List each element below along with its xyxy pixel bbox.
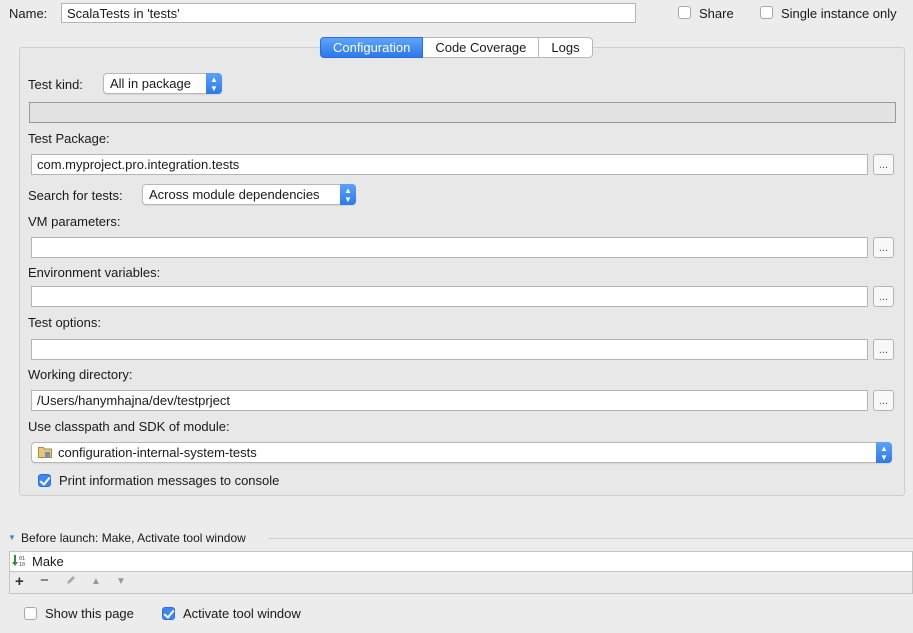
single-instance-checkbox[interactable] xyxy=(760,6,773,19)
environment-variables-input[interactable] xyxy=(31,286,868,307)
tab-bar: Configuration Code Coverage Logs xyxy=(320,37,593,58)
select-arrows-icon: ▲ ▼ xyxy=(876,442,892,463)
print-info-label: Print information messages to console xyxy=(59,473,280,488)
before-launch-toolbar: + − ▲ ▼ xyxy=(9,572,913,594)
show-page-checkbox[interactable] xyxy=(24,607,37,620)
module-select[interactable]: configuration-internal-system-tests ▲ ▼ xyxy=(31,442,892,463)
vm-parameters-input[interactable] xyxy=(31,237,868,258)
test-kind-label: Test kind: xyxy=(28,77,83,92)
move-up-icon[interactable]: ▲ xyxy=(91,574,101,590)
working-directory-browse-button[interactable]: ... xyxy=(873,390,894,411)
select-arrows-icon: ▲ ▼ xyxy=(340,184,356,205)
activate-tool-window-label: Activate tool window xyxy=(183,606,301,621)
print-info-checkbox[interactable] xyxy=(38,474,51,487)
vm-parameters-label: VM parameters: xyxy=(28,214,121,229)
search-for-tests-value: Across module dependencies xyxy=(149,187,320,202)
working-directory-input[interactable]: /Users/hanymhajna/dev/testprject xyxy=(31,390,868,411)
environment-variables-browse-button[interactable]: ... xyxy=(873,286,894,307)
share-checkbox[interactable] xyxy=(678,6,691,19)
add-icon[interactable]: + xyxy=(15,574,24,590)
select-arrows-icon: ▲ ▼ xyxy=(206,73,222,94)
search-for-tests-select[interactable]: Across module dependencies ▲ ▼ xyxy=(142,184,356,205)
test-kind-value: All in package xyxy=(110,76,191,91)
edit-icon[interactable] xyxy=(65,574,77,590)
tab-logs[interactable]: Logs xyxy=(539,37,593,58)
test-kind-details-field xyxy=(29,102,896,123)
before-launch-divider xyxy=(268,538,913,539)
share-label: Share xyxy=(699,6,734,21)
module-label: Use classpath and SDK of module: xyxy=(28,419,230,434)
show-page-label: Show this page xyxy=(45,606,134,621)
move-down-icon[interactable]: ▼ xyxy=(116,574,126,590)
list-item[interactable]: 01 10 Make xyxy=(11,553,911,570)
remove-icon[interactable]: − xyxy=(40,573,49,589)
svg-text:10: 10 xyxy=(19,562,25,568)
working-directory-label: Working directory: xyxy=(28,367,133,382)
collapse-triangle-icon[interactable]: ▼ xyxy=(8,533,16,542)
vm-parameters-browse-button[interactable]: ... xyxy=(873,237,894,258)
make-icon: 01 10 xyxy=(11,553,27,569)
single-instance-label: Single instance only xyxy=(781,6,897,21)
activate-tool-window-checkbox[interactable] xyxy=(162,607,175,620)
test-kind-select[interactable]: All in package ▲ ▼ xyxy=(103,73,222,94)
test-package-label: Test Package: xyxy=(28,131,110,146)
test-package-browse-button[interactable]: ... xyxy=(873,154,894,175)
name-input[interactable]: ScalaTests in 'tests' xyxy=(61,3,636,23)
test-options-input[interactable] xyxy=(31,339,868,360)
before-launch-title: Before launch: Make, Activate tool windo… xyxy=(21,531,246,545)
before-launch-list: 01 10 Make xyxy=(9,551,913,572)
test-options-label: Test options: xyxy=(28,315,101,330)
test-package-input[interactable]: com.myproject.pro.integration.tests xyxy=(31,154,868,175)
module-value: configuration-internal-system-tests xyxy=(58,445,257,460)
name-label: Name: xyxy=(9,6,48,21)
tab-configuration[interactable]: Configuration xyxy=(320,37,424,58)
make-item-label: Make xyxy=(32,554,64,569)
search-for-tests-label: Search for tests: xyxy=(28,188,123,203)
test-options-browse-button[interactable]: ... xyxy=(873,339,894,360)
module-folder-icon xyxy=(38,446,52,458)
tab-code-coverage[interactable]: Code Coverage xyxy=(423,37,540,58)
environment-variables-label: Environment variables: xyxy=(28,265,161,280)
